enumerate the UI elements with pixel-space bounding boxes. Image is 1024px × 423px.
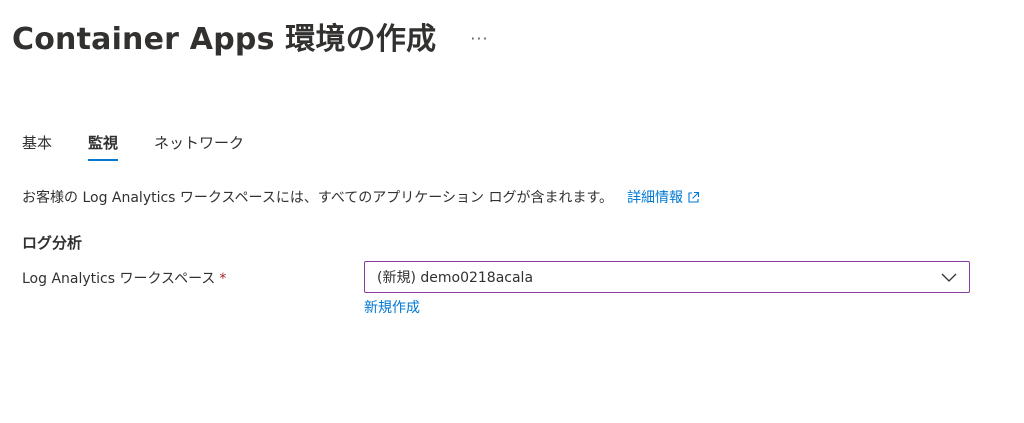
create-container-apps-environment-page: Container Apps 環境の作成 ··· 基本 監視 ネットワーク お客… [0,0,1024,423]
workspace-selected-value: (新規) demo0218acala [377,270,534,286]
info-text-row: お客様の Log Analytics ワークスペースには、すべてのアプリケーショ… [22,187,700,207]
page-header: Container Apps 環境の作成 ··· [12,14,489,58]
external-link-icon [688,191,700,203]
tab-basics[interactable]: 基本 [22,132,52,161]
info-description: お客様の Log Analytics ワークスペースには、すべてのアプリケーショ… [22,190,614,206]
create-new-workspace-link[interactable]: 新規作成 [364,297,420,317]
workspace-dropdown[interactable]: (新規) demo0218acala [364,261,970,293]
required-marker: * [219,271,227,287]
page-title: Container Apps 環境の作成 [12,22,437,57]
workspace-field-label: Log Analytics ワークスペース * [22,268,226,288]
learn-more-link[interactable]: 詳細情報 [627,187,700,207]
chevron-down-icon [941,273,957,282]
tab-networking[interactable]: ネットワーク [154,132,244,161]
tab-bar: 基本 監視 ネットワーク [22,132,280,161]
learn-more-label: 詳細情報 [627,190,684,206]
more-options-button[interactable]: ··· [470,29,488,48]
section-heading-log-analytics: ログ分析 [22,234,83,252]
tab-monitoring[interactable]: 監視 [88,132,119,161]
workspace-label-text: Log Analytics ワークスペース [22,271,216,287]
